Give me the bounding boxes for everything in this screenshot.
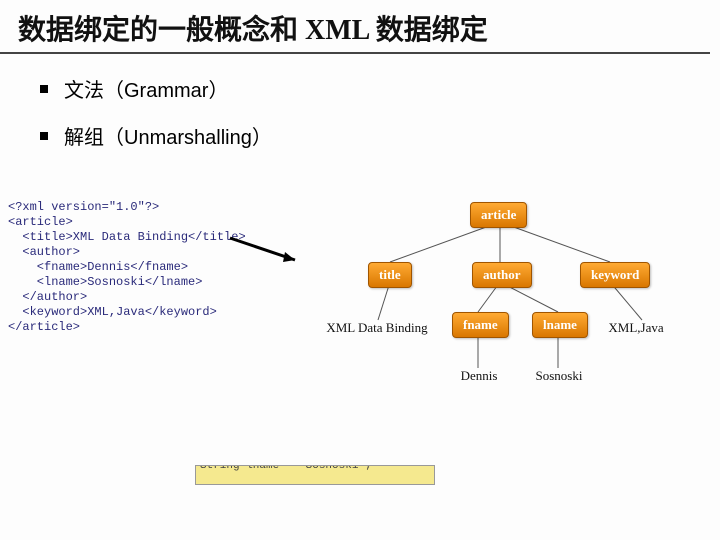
leaf-keyword: XML,Java: [596, 320, 676, 336]
leaf-title: XML Data Binding: [322, 320, 432, 336]
tree-diagram: article title author keyword fname lname…: [310, 200, 710, 420]
bullet-item: 文法（Grammar）: [40, 74, 720, 103]
code-snippet-text: String lname = "Sosnoski";: [196, 465, 434, 472]
node-fname: fname: [452, 312, 509, 338]
node-keyword: keyword: [580, 262, 650, 288]
arrow-icon: [225, 230, 315, 270]
tree-connectors: [310, 200, 710, 420]
bullet-list: 文法（Grammar） 解组（Unmarshalling）: [40, 74, 720, 150]
bullet-item: 解组（Unmarshalling）: [40, 121, 720, 150]
slide-title: 数据绑定的一般概念和 XML 数据绑定: [0, 0, 710, 54]
node-author: author: [472, 262, 532, 288]
bullet-marker: [40, 85, 48, 93]
node-title: title: [368, 262, 412, 288]
code-snippet-box: String lname = "Sosnoski";: [195, 465, 435, 485]
node-article: article: [470, 202, 527, 228]
xml-snippet: <?xml version="1.0"?> <article> <title>X…: [8, 200, 246, 335]
leaf-lname: Sosnoski: [504, 368, 614, 384]
bullet-text: 解组（Unmarshalling）: [64, 121, 272, 150]
bullet-marker: [40, 132, 48, 140]
node-lname: lname: [532, 312, 588, 338]
bullet-text: 文法（Grammar）: [64, 74, 228, 103]
